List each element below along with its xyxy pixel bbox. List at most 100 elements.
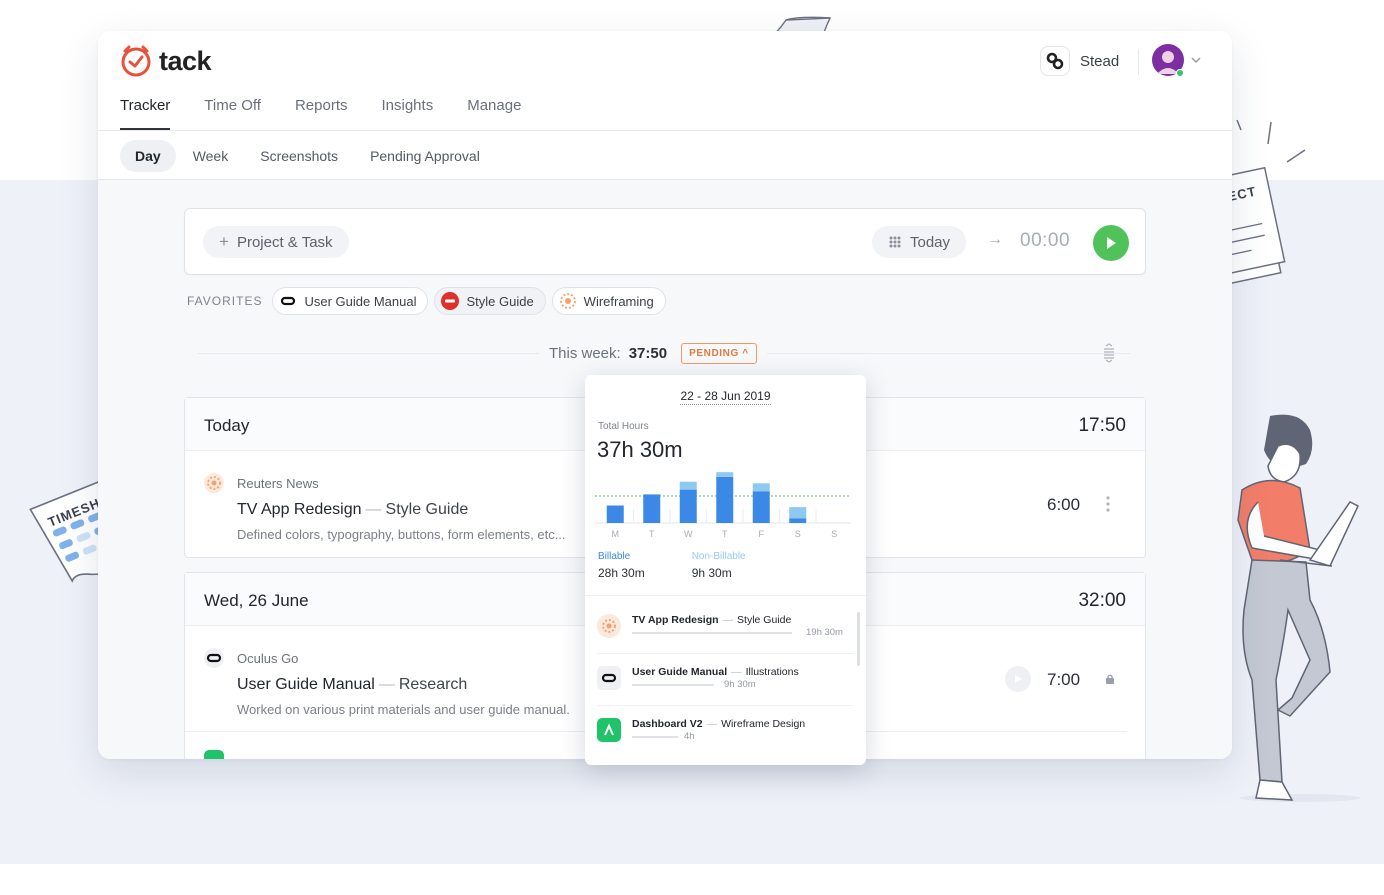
calendar-grid-icon xyxy=(889,236,901,248)
plus-icon: + xyxy=(219,232,229,251)
project-name: TV App Redesign xyxy=(632,614,719,626)
nonbillable-block: Non-Billable 9h 30m xyxy=(692,551,746,580)
date-range[interactable]: 22 - 28 Jun 2019 xyxy=(585,389,866,405)
project-task: User Guide Manual — Research xyxy=(237,676,468,693)
favorite-style-guide[interactable]: Style Guide xyxy=(434,287,546,315)
popover-scrollbar[interactable] xyxy=(857,612,860,666)
project-task: TV App Redesign — Style Guide xyxy=(237,501,469,518)
project-name: User Guide Manual xyxy=(632,666,728,678)
favorite-label: Style Guide xyxy=(466,293,534,309)
timer-display[interactable]: 00:00 xyxy=(1020,230,1070,252)
app-header: tack Tracker Time Off Reports Insights M… xyxy=(98,31,1232,131)
workspace-switcher[interactable]: Stead xyxy=(1040,46,1119,76)
client-name: Reuters News xyxy=(237,476,319,491)
total-hours-value: 37h 30m xyxy=(597,437,683,462)
day-title: Today xyxy=(204,416,250,435)
billable-block: Billable 28h 30m xyxy=(598,551,645,580)
workspace-logo-icon xyxy=(1040,46,1070,76)
date-picker-button[interactable]: Today xyxy=(872,226,967,258)
jumbo-icon xyxy=(441,292,460,310)
x-tick-label: T xyxy=(722,529,728,539)
reuters-icon xyxy=(597,614,621,638)
collapse-all-icon[interactable] xyxy=(1102,343,1116,368)
tack-logo-icon xyxy=(121,45,151,77)
week-total: 37:50 xyxy=(628,345,668,362)
hours-value: 19h 30m xyxy=(806,627,843,638)
total-hours-label: Total Hours xyxy=(598,421,649,432)
billable-bar xyxy=(789,518,807,523)
billable-label: Billable xyxy=(598,551,631,562)
nonbillable-bar xyxy=(752,483,770,492)
date-range-text: 22 - 28 Jun 2019 xyxy=(680,389,771,405)
workspace-name: Stead xyxy=(1080,52,1120,70)
billable-bar xyxy=(606,505,624,523)
nonbillable-value: 9h 30m xyxy=(691,566,732,580)
task-name: Style Guide xyxy=(385,501,469,518)
list-item[interactable]: TV App Redesign — Style Guide 19h 30m xyxy=(597,602,854,654)
billable-split: Billable 28h 30m Non-Billable 9h 30m xyxy=(598,551,746,580)
tab-insights[interactable]: Insights xyxy=(382,97,434,130)
tab-manage[interactable]: Manage xyxy=(467,97,521,130)
x-tick-label: F xyxy=(759,529,765,539)
tab-tracker[interactable]: Tracker xyxy=(120,97,171,130)
oculus-icon xyxy=(597,666,621,690)
weekly-hours-chart: MTWTFSS xyxy=(595,472,851,539)
x-tick-label: M xyxy=(612,529,620,539)
tab-time-off[interactable]: Time Off xyxy=(204,97,261,130)
favorite-user-guide-manual[interactable]: User Guide Manual xyxy=(272,287,429,315)
x-tick-label: S xyxy=(831,529,837,539)
play-icon xyxy=(1107,237,1116,249)
project-name: User Guide Manual xyxy=(237,676,375,693)
subtab-week[interactable]: Week xyxy=(178,140,244,172)
client-name: Oculus Go xyxy=(237,651,299,666)
task-name: Style Guide xyxy=(737,614,792,626)
logo[interactable]: tack xyxy=(119,44,212,78)
nonbillable-label: Non-Billable xyxy=(691,551,746,562)
day-total: 32:00 xyxy=(1078,590,1126,611)
project-task: User Guide Manual — Illustrations xyxy=(632,666,799,678)
list-item[interactable]: Dashboard V2— Wireframe Design 4h xyxy=(597,706,854,758)
project-task-button[interactable]: + Project & Task xyxy=(203,226,349,258)
project-task: TV App Redesign — Style Guide xyxy=(632,614,792,626)
subtab-pending-approval[interactable]: Pending Approval xyxy=(355,140,495,172)
entry-duration[interactable]: 7:00 xyxy=(1047,670,1080,690)
resume-timer-button[interactable] xyxy=(1005,666,1031,692)
pending-status-badge[interactable]: PENDING ^ xyxy=(681,343,757,364)
logo-text: tack xyxy=(159,45,212,76)
x-tick-label: S xyxy=(795,529,801,539)
favorite-wireframing[interactable]: Wireframing xyxy=(551,287,666,315)
play-icon xyxy=(1015,675,1022,683)
more-options-icon[interactable] xyxy=(1105,495,1111,513)
billable-bar xyxy=(643,494,661,523)
timer-bar: + Project & Task Today → 00:00 xyxy=(184,208,1146,275)
entry-description: Worked on various print materials and us… xyxy=(237,702,570,717)
billable-value: 28h 30m xyxy=(598,566,645,580)
week-summary: This week: 37:50 PENDING ^ xyxy=(539,343,767,364)
lock-icon xyxy=(1106,674,1114,684)
subtab-day[interactable]: Day xyxy=(120,140,176,172)
project-name: Dashboard V2 xyxy=(632,718,703,730)
header-divider xyxy=(1138,49,1139,75)
task-name: Wireframe Design xyxy=(721,718,806,730)
favorites-bar: FAVORITES User Guide Manual Style Guide … xyxy=(187,287,666,315)
hours-value: 9h 30m xyxy=(724,679,756,690)
nonbillable-bar xyxy=(789,507,807,519)
hours-bar xyxy=(632,632,792,634)
sub-nav: Day Week Screenshots Pending Approval xyxy=(98,132,1232,180)
reuters-icon xyxy=(204,473,224,493)
favorites-label: FAVORITES xyxy=(187,294,263,308)
favorite-label: User Guide Manual xyxy=(304,293,417,309)
hours-bar xyxy=(632,684,714,686)
project-task-label: Project & Task xyxy=(236,233,333,251)
arrow-right-icon: → xyxy=(987,231,1003,248)
entry-duration[interactable]: 6:00 xyxy=(1047,495,1080,515)
task-name: Research xyxy=(398,676,468,693)
list-item[interactable]: User Guide Manual — Illustrations 9h 30m xyxy=(597,654,854,706)
tab-reports[interactable]: Reports xyxy=(295,97,348,130)
chevron-down-icon xyxy=(1191,57,1201,64)
start-timer-button[interactable] xyxy=(1093,225,1129,261)
task-name: Illustrations xyxy=(745,666,799,678)
x-tick-label: T xyxy=(649,529,655,539)
date-label: Today xyxy=(910,233,951,251)
subtab-screenshots[interactable]: Screenshots xyxy=(245,140,353,172)
